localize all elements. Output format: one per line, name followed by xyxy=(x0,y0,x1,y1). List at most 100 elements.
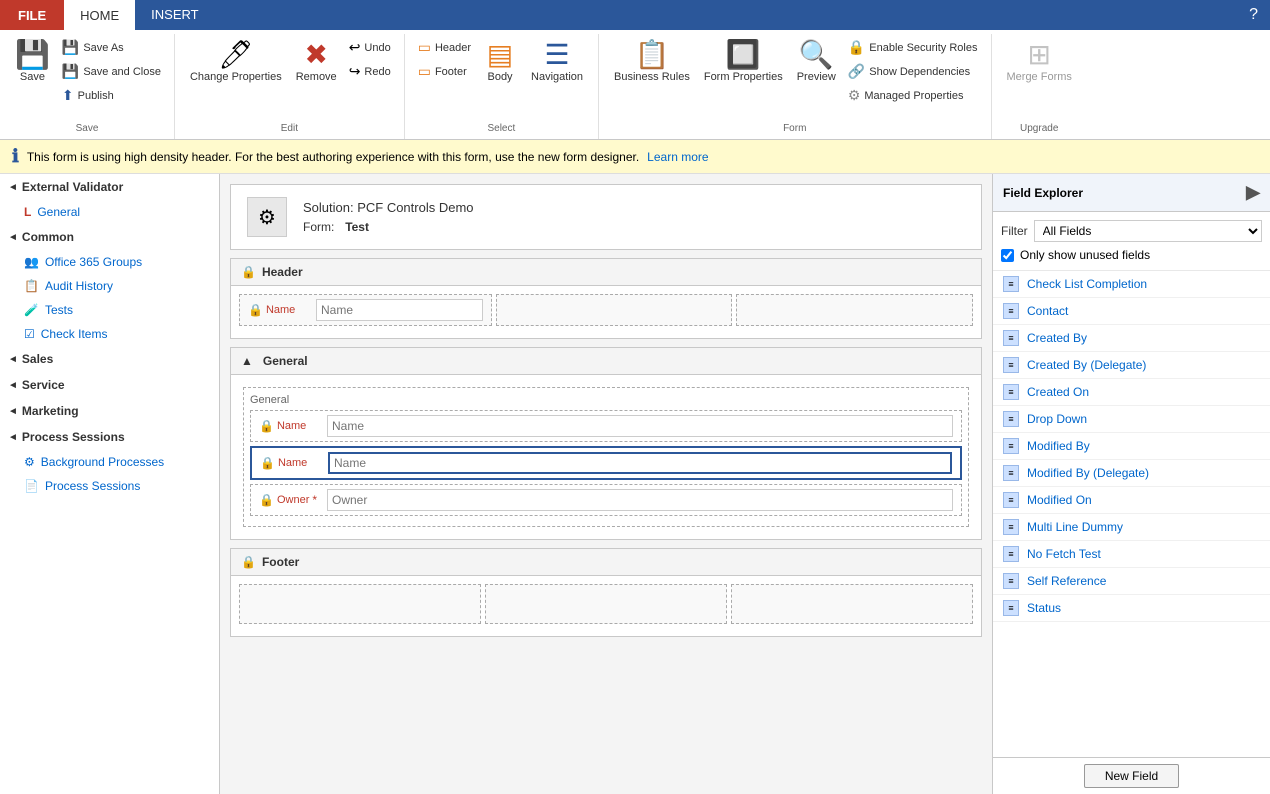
sidebar-item-office365[interactable]: 👥 Office 365 Groups xyxy=(0,250,219,274)
footer-section-header[interactable]: 🔒 Footer xyxy=(231,549,981,576)
learn-more-link[interactable]: Learn more xyxy=(647,150,708,164)
header-section-content: 🔒 Name xyxy=(231,286,981,338)
body-button[interactable]: ▤ Body xyxy=(476,36,524,88)
field-list-item[interactable]: ≡ Created By xyxy=(993,325,1270,352)
new-field-container: New Field xyxy=(993,757,1270,794)
process-label: Process Sessions xyxy=(22,430,125,444)
business-rules-button[interactable]: 📋 Business Rules xyxy=(607,36,697,88)
field-item-label: Multi Line Dummy xyxy=(1027,520,1123,534)
sales-label: Sales xyxy=(22,352,53,366)
undo-button[interactable]: ↩ Undo xyxy=(344,36,396,59)
field-list-item[interactable]: ≡ Status xyxy=(993,595,1270,622)
header-button[interactable]: ▭ Header xyxy=(413,36,476,59)
managed-properties-button[interactable]: ⚙ Managed Properties xyxy=(843,84,983,107)
field-item-label: Modified On xyxy=(1027,493,1092,507)
sidebar-item-tests[interactable]: 🧪 Tests xyxy=(0,298,219,322)
field-list-item[interactable]: ≡ Modified By xyxy=(993,433,1270,460)
navigation-button[interactable]: ☰ Navigation xyxy=(524,36,590,88)
top-bar: FILE HOME INSERT ? xyxy=(0,0,1270,30)
enable-security-button[interactable]: 🔒 Enable Security Roles xyxy=(843,36,983,59)
merge-forms-button[interactable]: ⊞ Merge Forms xyxy=(1000,36,1079,88)
office365-icon: 👥 xyxy=(24,255,39,269)
form-properties-button[interactable]: 🔲 Form Properties xyxy=(697,36,790,88)
background-icon: ⚙ xyxy=(24,455,35,469)
filter-row: Filter All FieldsUsed FieldsUnused Field… xyxy=(1001,220,1262,242)
unused-fields-checkbox[interactable] xyxy=(1001,249,1014,262)
office365-label: Office 365 Groups xyxy=(45,255,142,269)
change-properties-icon: 🖊 xyxy=(218,41,254,69)
header-empty-1 xyxy=(496,294,733,326)
sidebar-section-process[interactable]: ◄ Process Sessions xyxy=(0,424,219,450)
save-as-button[interactable]: 💾 Save As xyxy=(57,36,166,59)
footer-empty-1 xyxy=(239,584,481,624)
header-name-input[interactable] xyxy=(316,299,483,321)
home-tab[interactable]: HOME xyxy=(64,0,135,30)
footer-section-title: Footer xyxy=(262,555,299,569)
general-owner-field[interactable]: 🔒 Owner * xyxy=(250,484,962,516)
sidebar-section-service[interactable]: ◄ Service xyxy=(0,372,219,398)
sidebar-item-process-sessions[interactable]: 📄 Process Sessions xyxy=(0,474,219,498)
form-canvas: ⚙ Solution: PCF Controls Demo Form: Test… xyxy=(220,174,992,794)
header-section-header[interactable]: 🔒 Header xyxy=(231,259,981,286)
field-list-item[interactable]: ≡ Multi Line Dummy xyxy=(993,514,1270,541)
file-tab[interactable]: FILE xyxy=(0,0,64,30)
publish-icon: ⬆ xyxy=(62,87,74,104)
field-list-item[interactable]: ≡ Self Reference xyxy=(993,568,1270,595)
notice-text: This form is using high density header. … xyxy=(27,150,639,164)
redo-button[interactable]: ↪ Redo xyxy=(344,60,396,83)
arrow-icon-service: ◄ xyxy=(8,380,18,391)
solution-icon: ⚙ xyxy=(247,197,287,237)
general-owner-input[interactable] xyxy=(327,489,953,511)
general-inner: General 🔒 Name xyxy=(243,387,969,527)
field-list-item[interactable]: ≡ Contact xyxy=(993,298,1270,325)
sidebar-item-general[interactable]: L General xyxy=(0,200,219,224)
general-name-input-2[interactable] xyxy=(328,452,952,474)
header-name-field[interactable]: 🔒 Name xyxy=(239,294,492,326)
field-list-item[interactable]: ≡ Created By (Delegate) xyxy=(993,352,1270,379)
sidebar-section-sales[interactable]: ◄ Sales xyxy=(0,346,219,372)
sidebar-section-marketing[interactable]: ◄ Marketing xyxy=(0,398,219,424)
general-section-header[interactable]: ▲ General xyxy=(231,348,981,375)
sidebar-section-common[interactable]: ◄ Common xyxy=(0,224,219,250)
field-item-icon: ≡ xyxy=(1003,330,1019,346)
general-name-field-2[interactable]: 🔒 Name xyxy=(250,446,962,480)
field-list-item[interactable]: ≡ Created On xyxy=(993,379,1270,406)
publish-button[interactable]: ⬆ Publish xyxy=(57,84,166,107)
change-properties-button[interactable]: 🖊 Change Properties xyxy=(183,36,289,88)
field-explorer-header: Field Explorer ▶ xyxy=(993,174,1270,212)
save-icon: 💾 xyxy=(15,41,50,69)
filter-select[interactable]: All FieldsUsed FieldsUnused Fields xyxy=(1034,220,1262,242)
general-name-field-1[interactable]: 🔒 Name xyxy=(250,410,962,442)
sidebar-item-background[interactable]: ⚙ Background Processes xyxy=(0,450,219,474)
required-star: * xyxy=(312,493,317,507)
sidebar-item-check-items[interactable]: ☑ Check Items xyxy=(0,322,219,346)
save-and-close-button[interactable]: 💾 Save and Close xyxy=(57,60,166,83)
field-item-icon: ≡ xyxy=(1003,411,1019,427)
common-label: Common xyxy=(22,230,74,244)
field-list-item[interactable]: ≡ Modified By (Delegate) xyxy=(993,460,1270,487)
field-item-icon: ≡ xyxy=(1003,276,1019,292)
footer-row-1 xyxy=(239,584,973,624)
general-section: ▲ General General 🔒 Name xyxy=(230,347,982,540)
select-group-label: Select xyxy=(487,121,515,137)
remove-button[interactable]: ✖ Remove xyxy=(289,36,344,88)
field-explorer-expand-icon[interactable]: ▶ xyxy=(1246,182,1260,203)
insert-tab[interactable]: INSERT xyxy=(135,0,214,30)
save-button[interactable]: 💾 Save xyxy=(8,36,57,88)
sidebar-item-audit[interactable]: 📋 Audit History xyxy=(0,274,219,298)
remove-icon: ✖ xyxy=(304,41,327,69)
field-item-icon: ≡ xyxy=(1003,546,1019,562)
field-list-item[interactable]: ≡ Modified On xyxy=(993,487,1270,514)
sidebar-section-external-validator[interactable]: ◄ External Validator xyxy=(0,174,219,200)
new-field-button[interactable]: New Field xyxy=(1084,764,1179,788)
field-list-item[interactable]: ≡ Drop Down xyxy=(993,406,1270,433)
general-expand-icon: ▲ xyxy=(241,354,253,368)
general-name-input-1[interactable] xyxy=(327,415,953,437)
help-icon[interactable]: ? xyxy=(1237,0,1270,30)
general-section-content: General 🔒 Name xyxy=(231,375,981,539)
field-list-item[interactable]: ≡ Check List Completion xyxy=(993,271,1270,298)
field-list-item[interactable]: ≡ No Fetch Test xyxy=(993,541,1270,568)
show-dependencies-button[interactable]: 🔗 Show Dependencies xyxy=(843,60,983,83)
footer-button[interactable]: ▭ Footer xyxy=(413,60,476,83)
preview-button[interactable]: 🔍 Preview xyxy=(790,36,843,88)
